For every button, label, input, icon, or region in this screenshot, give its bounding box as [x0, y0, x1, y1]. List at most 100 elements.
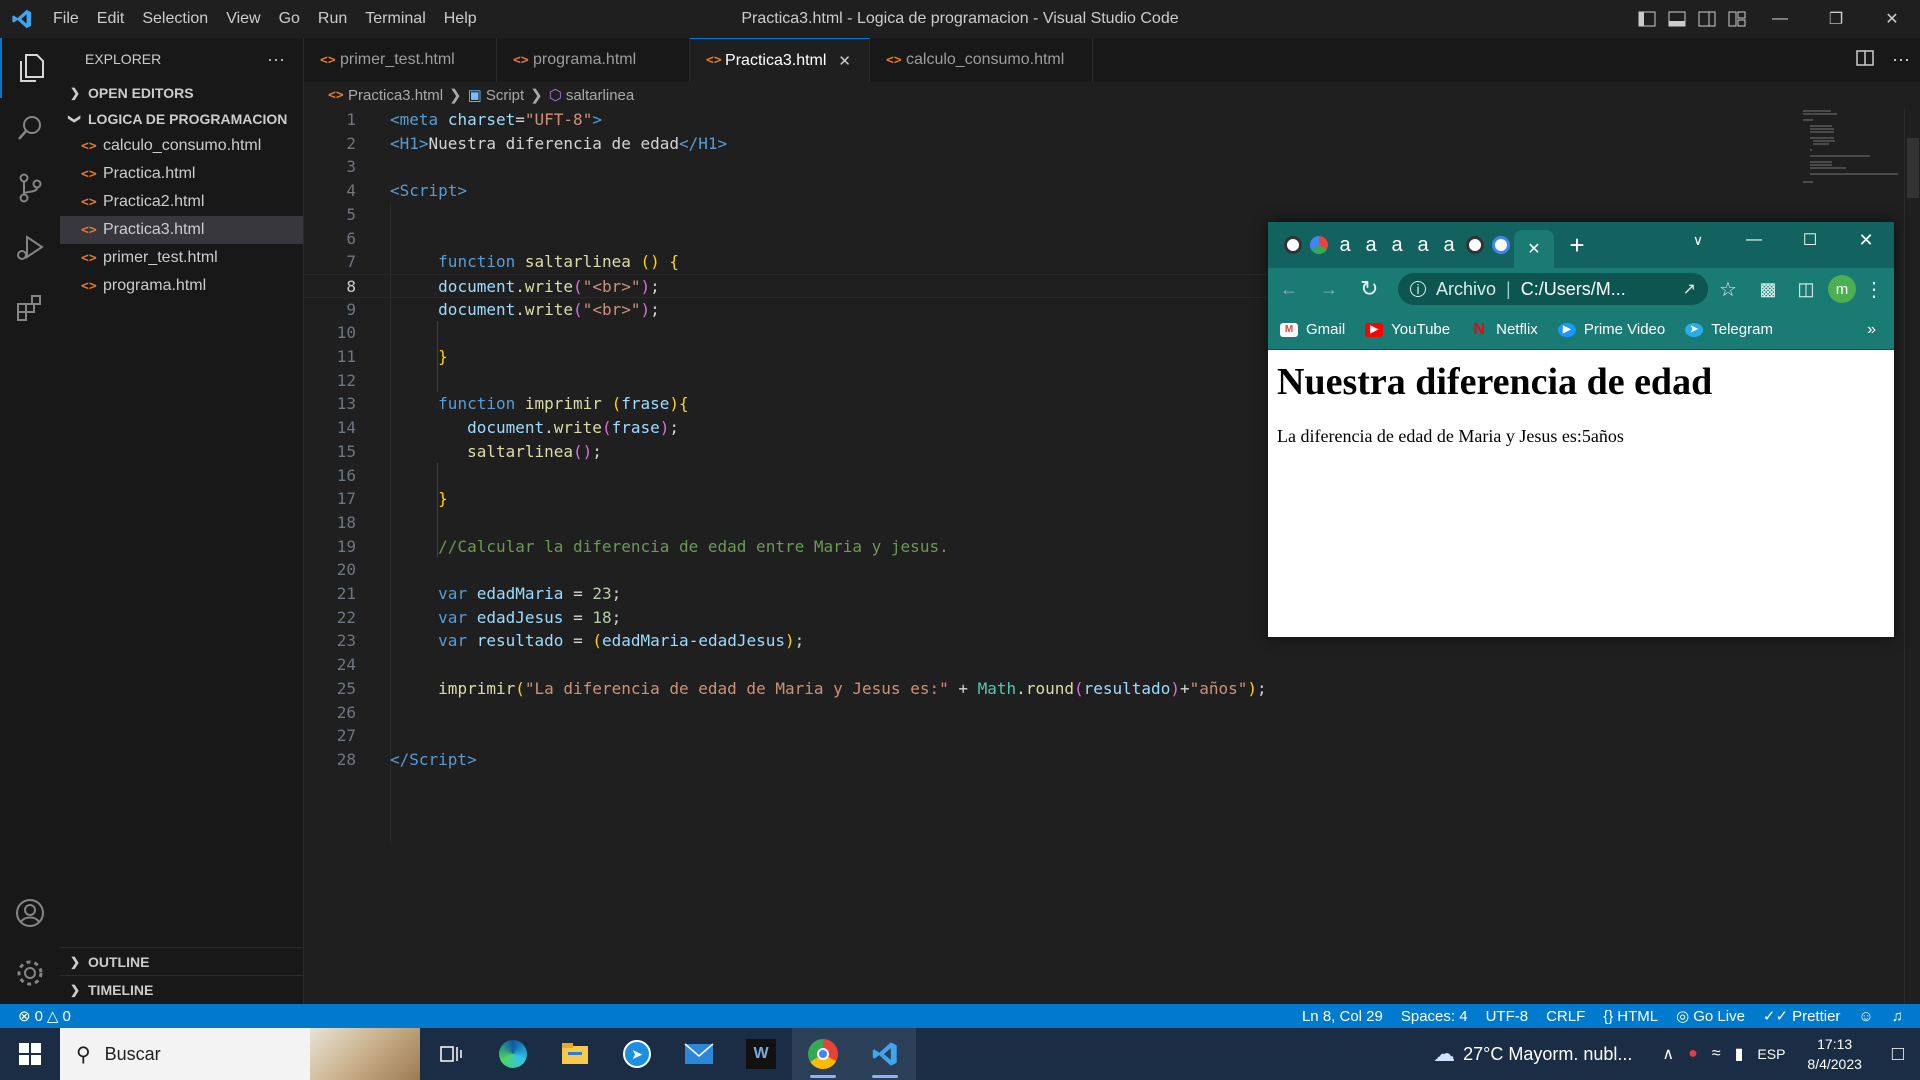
- tab-primer-test[interactable]: <> primer_test.html: [304, 38, 497, 82]
- minimize-icon[interactable]: —: [1726, 231, 1782, 249]
- feedback-icon[interactable]: ☺: [1849, 1008, 1882, 1025]
- amazon-tab-icon[interactable]: a: [1384, 222, 1410, 268]
- menu-view[interactable]: View: [217, 0, 269, 38]
- extensions-icon[interactable]: [0, 278, 60, 338]
- amazon-tab-icon[interactable]: a: [1410, 222, 1436, 268]
- menu-terminal[interactable]: Terminal: [356, 0, 434, 38]
- wifi-icon[interactable]: ≈: [1712, 1045, 1721, 1063]
- cursor-position[interactable]: Ln 8, Col 29: [1293, 1008, 1392, 1025]
- tab-programa[interactable]: <> programa.html: [497, 38, 690, 82]
- maximize-icon[interactable]: ☐: [1782, 230, 1838, 250]
- timeline-section[interactable]: ❯ TIMELINE: [60, 975, 303, 1003]
- clock[interactable]: 17:13 8/4/2023: [1807, 1034, 1862, 1074]
- explorer-icon[interactable]: [0, 38, 60, 98]
- notification-center-icon[interactable]: □: [1892, 1043, 1904, 1066]
- bookmark-star-icon[interactable]: ☆: [1708, 277, 1748, 302]
- scrollbar-thumb[interactable]: [1907, 138, 1919, 198]
- toggle-panel-icon[interactable]: [1662, 0, 1692, 38]
- file-item[interactable]: <> Practica.html: [60, 160, 303, 188]
- close-tab-icon[interactable]: ✕: [838, 52, 851, 70]
- folder-section[interactable]: ❯ LOGICA DE PROGRAMACION: [60, 106, 303, 132]
- show-hidden-icons-chevron[interactable]: ∧: [1662, 1044, 1674, 1064]
- menu-run[interactable]: Run: [309, 0, 356, 38]
- file-item[interactable]: <> programa.html: [60, 272, 303, 300]
- globe-tab-icon[interactable]: [1280, 222, 1306, 268]
- accounts-icon[interactable]: [0, 883, 60, 943]
- go-live-button[interactable]: ◎ Go Live: [1667, 1007, 1754, 1026]
- menu-kebab-icon[interactable]: ⋮: [1856, 277, 1892, 302]
- open-editors-section[interactable]: ❯ OPEN EDITORS: [60, 80, 303, 106]
- search-icon[interactable]: [0, 98, 60, 158]
- minimize-icon[interactable]: —: [1752, 0, 1808, 38]
- back-arrow-icon[interactable]: ←: [1280, 279, 1320, 300]
- run-debug-icon[interactable]: [0, 218, 60, 278]
- info-icon[interactable]: i: [1410, 281, 1426, 297]
- editor-scrollbar[interactable]: [1904, 108, 1920, 1004]
- forward-arrow-icon[interactable]: →: [1320, 279, 1360, 300]
- weather-text[interactable]: 27°C Mayorm. nubl...: [1463, 1044, 1632, 1065]
- task-view-icon[interactable]: [420, 1028, 482, 1080]
- bookmark-telegram[interactable]: ➤ Telegram: [1685, 321, 1773, 338]
- close-tab-icon[interactable]: ✕: [1514, 230, 1554, 268]
- windows-start-icon[interactable]: [0, 1028, 60, 1080]
- breadcrumb-file[interactable]: Practica3.html: [348, 87, 443, 104]
- globe-tab-icon[interactable]: [1462, 222, 1488, 268]
- line-ending[interactable]: CRLF: [1537, 1008, 1594, 1025]
- menu-selection[interactable]: Selection: [133, 0, 217, 38]
- toggle-sidebar-icon[interactable]: [1632, 0, 1662, 38]
- tab-calculo-consumo[interactable]: <> calculo_consumo.html: [870, 38, 1093, 82]
- edge-icon[interactable]: [482, 1028, 544, 1080]
- google-tab-icon[interactable]: [1488, 222, 1514, 268]
- amazon-tab-icon[interactable]: a: [1436, 222, 1462, 268]
- amazon-tab-icon[interactable]: a: [1332, 222, 1358, 268]
- file-item[interactable]: <> Practica2.html: [60, 188, 303, 216]
- more-actions-icon[interactable]: ···: [267, 49, 285, 70]
- breadcrumb-script[interactable]: Script: [486, 87, 524, 104]
- restore-icon[interactable]: ❐: [1808, 0, 1864, 38]
- menu-edit[interactable]: Edit: [88, 0, 134, 38]
- breadcrumb-function[interactable]: saltarlinea: [566, 87, 634, 104]
- tab-search-chevron-icon[interactable]: ∨: [1670, 232, 1726, 249]
- share-icon[interactable]: ↗: [1683, 279, 1696, 299]
- indentation[interactable]: Spaces: 4: [1392, 1008, 1477, 1025]
- close-icon[interactable]: ✕: [1838, 230, 1894, 251]
- network-alert-icon[interactable]: ●: [1688, 1045, 1698, 1063]
- weather-cloud-icon[interactable]: ☁: [1433, 1041, 1455, 1067]
- more-actions-icon[interactable]: ⋯: [1892, 50, 1910, 71]
- battery-icon[interactable]: ▮: [1735, 1044, 1744, 1064]
- chrome-icon[interactable]: [792, 1028, 854, 1080]
- profile-avatar[interactable]: m: [1828, 275, 1856, 303]
- file-item[interactable]: <> calculo_consumo.html: [60, 132, 303, 160]
- prettier-status[interactable]: ✓✓ Prettier: [1754, 1007, 1850, 1026]
- chrome-tab-icon[interactable]: [1306, 222, 1332, 268]
- taskbar-search[interactable]: ⚲ Buscar: [60, 1028, 420, 1080]
- menu-file[interactable]: File: [44, 0, 88, 38]
- tab-practica3[interactable]: <> Practica3.html ✕: [690, 38, 870, 82]
- bookmark-prime-video[interactable]: ▶ Prime Video: [1557, 321, 1665, 338]
- reload-icon[interactable]: ↻: [1360, 276, 1390, 302]
- menu-go[interactable]: Go: [270, 0, 309, 38]
- file-item[interactable]: <> primer_test.html: [60, 244, 303, 272]
- toggle-secondary-sidebar-icon[interactable]: [1692, 0, 1722, 38]
- extensions-puzzle-icon[interactable]: ▩: [1748, 279, 1788, 300]
- language-mode[interactable]: {} HTML: [1594, 1008, 1667, 1025]
- notifications-bell-icon[interactable]: ♫: [1883, 1008, 1912, 1025]
- input-language[interactable]: ESP: [1757, 1046, 1785, 1062]
- encoding[interactable]: UTF-8: [1477, 1008, 1538, 1025]
- bookmark-netflix[interactable]: N Netflix: [1470, 321, 1537, 339]
- new-tab-icon[interactable]: +: [1554, 230, 1600, 261]
- minimap[interactable]: [1800, 108, 1900, 188]
- menu-help[interactable]: Help: [435, 0, 486, 38]
- problems-status[interactable]: ⊗ 0 △ 0: [0, 1007, 80, 1026]
- safari-compass-icon[interactable]: ➤: [606, 1028, 668, 1080]
- more-bookmarks-icon[interactable]: »: [1867, 321, 1876, 339]
- bookmark-gmail[interactable]: M Gmail: [1280, 321, 1345, 338]
- file-explorer-icon[interactable]: [544, 1028, 606, 1080]
- split-editor-icon[interactable]: [1856, 49, 1874, 71]
- customize-layout-icon[interactable]: [1722, 0, 1752, 38]
- file-item-selected[interactable]: <> Practica3.html: [60, 216, 303, 244]
- bookmark-youtube[interactable]: ▶ YouTube: [1365, 321, 1450, 338]
- outline-section[interactable]: ❯ OUTLINE: [60, 947, 303, 975]
- address-bar[interactable]: i Archivo | C:/Users/M... ↗: [1398, 273, 1708, 305]
- side-panel-icon[interactable]: ◫: [1788, 279, 1824, 300]
